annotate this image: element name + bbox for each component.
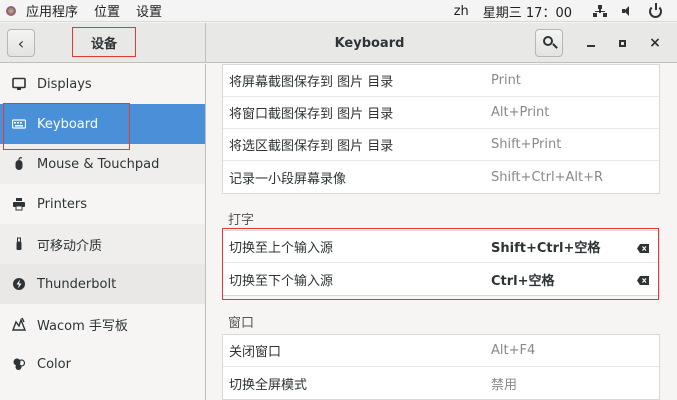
list-item[interactable]: 将窗口截图保存到 图片 目录 Alt+Print [223, 97, 659, 129]
list-item[interactable]: 切换至下个输入源 Ctrl+空格 [223, 263, 659, 295]
sidebar-item-mouse-touchpad[interactable]: Mouse & Touchpad [0, 144, 205, 184]
shortcut-accel: Shift+Print [491, 137, 562, 152]
clock[interactable]: 星期三 17：00 [476, 0, 586, 22]
sidebar-item-wacom-tablet[interactable]: Wacom 手写板 [0, 304, 205, 344]
shortcut-name: 切换至下个输入源 [229, 273, 334, 289]
sidebar-title: 设备 [72, 27, 136, 57]
list-item[interactable]: 关闭窗口 Alt+F4 [223, 335, 659, 367]
sidebar-item-printers[interactable]: Printers [0, 184, 205, 224]
section-title-windows: 窗口 [228, 316, 255, 331]
sidebar: Displays Keyboard Mouse & Touchpad Print… [0, 64, 206, 400]
shortcut-accel: Shift+Ctrl+空格 [491, 241, 601, 256]
network-icon[interactable] [586, 0, 614, 22]
power-icon[interactable] [642, 0, 677, 22]
shortcut-accel: Alt+F4 [491, 343, 536, 358]
sidebar-item-color[interactable]: Color [0, 344, 205, 384]
page-title: Keyboard [334, 35, 405, 51]
sidebar-item-label: 可移动介质 [37, 238, 103, 254]
sidebar-item-label: Thunderbolt [37, 276, 117, 292]
reset-shortcut-icon[interactable] [637, 242, 649, 253]
applications-icon [4, 4, 18, 18]
applications-menu[interactable]: 应用程序 [18, 0, 86, 22]
list-item[interactable]: 记录一小段屏幕录像 Shift+Ctrl+Alt+R [223, 161, 659, 193]
display-icon [12, 77, 26, 91]
maximize-icon [618, 39, 626, 47]
sidebar-item-label: Keyboard [37, 116, 99, 132]
minimize-button[interactable] [581, 33, 601, 53]
sidebar-item-label: Displays [37, 76, 92, 92]
input-language-indicator[interactable]: zh [447, 0, 476, 22]
mouse-icon [12, 157, 26, 171]
list-item[interactable]: 切换全屏模式 禁用 [223, 367, 659, 399]
list-item[interactable]: 切换至上个输入源 Shift+Ctrl+空格 [223, 231, 659, 263]
header-bar: ‹ 设备 Keyboard × [0, 23, 677, 63]
shortcut-name: 切换全屏模式 [229, 377, 308, 393]
sidebar-item-label: Wacom 手写板 [37, 318, 128, 334]
sidebar-item-thunderbolt[interactable]: Thunderbolt [0, 264, 205, 304]
shortcut-name: 将屏幕截图保存到 图片 目录 [229, 75, 394, 90]
color-icon [12, 357, 26, 371]
shortcut-accel: Alt+Print [491, 105, 550, 120]
shortcut-name: 将窗口截图保存到 图片 目录 [229, 107, 394, 122]
volume-icon[interactable] [614, 0, 642, 22]
shortcut-accel: 禁用 [491, 377, 518, 393]
shortcut-name: 将选区截图保存到 图片 目录 [229, 139, 394, 154]
shortcut-name: 切换至上个输入源 [229, 241, 334, 256]
sidebar-item-keyboard[interactable]: Keyboard [0, 104, 205, 144]
shortcut-name: 记录一小段屏幕录像 [229, 171, 347, 187]
thunderbolt-icon [12, 277, 26, 291]
places-menu[interactable]: 位置 [86, 0, 128, 22]
reset-shortcut-icon[interactable] [637, 274, 649, 285]
minimize-icon [587, 45, 595, 47]
back-button[interactable]: ‹ [7, 29, 35, 57]
sidebar-item-removable-media[interactable]: 可移动介质 [0, 224, 205, 264]
sidebar-item-label: Color [37, 356, 71, 372]
maximize-button[interactable] [612, 33, 632, 53]
search-button[interactable] [535, 29, 563, 57]
top-bar: 应用程序 位置 设置 zh 星期三 17：00 [0, 0, 677, 22]
sidebar-item-label: Mouse & Touchpad [37, 156, 160, 172]
close-button[interactable]: × [645, 33, 665, 53]
list-item[interactable]: 将选区截图保存到 图片 目录 Shift+Print [223, 129, 659, 161]
windows-list: 关闭窗口 Alt+F4 切换全屏模式 禁用 [222, 334, 660, 400]
shortcut-accel: Print [491, 73, 521, 88]
keyboard-icon [12, 117, 26, 131]
settings-menu[interactable]: 设置 [128, 0, 170, 22]
tablet-icon [12, 317, 26, 331]
usb-media-icon [12, 237, 26, 251]
sidebar-item-displays[interactable]: Displays [0, 64, 205, 104]
shortcut-accel: Ctrl+空格 [491, 273, 555, 289]
shortcuts-panel: 将屏幕截图保存到 图片 目录 Print 将窗口截图保存到 图片 目录 Alt+… [207, 64, 677, 400]
printer-icon [12, 197, 26, 211]
typing-list: 切换至上个输入源 Shift+Ctrl+空格 切换至下个输入源 Ctrl+空格 [222, 230, 660, 296]
chevron-left-icon: ‹ [17, 33, 25, 53]
shortcut-accel: Shift+Ctrl+Alt+R [491, 169, 603, 185]
sidebar-header: ‹ 设备 [0, 23, 206, 63]
close-icon: × [649, 35, 661, 51]
sidebar-item-label: Printers [37, 196, 88, 212]
shortcut-name: 关闭窗口 [229, 345, 282, 360]
list-item[interactable]: 将屏幕截图保存到 图片 目录 Print [223, 65, 659, 97]
screenshots-list: 将屏幕截图保存到 图片 目录 Print 将窗口截图保存到 图片 目录 Alt+… [222, 64, 660, 194]
section-title-typing: 打字 [228, 213, 255, 228]
